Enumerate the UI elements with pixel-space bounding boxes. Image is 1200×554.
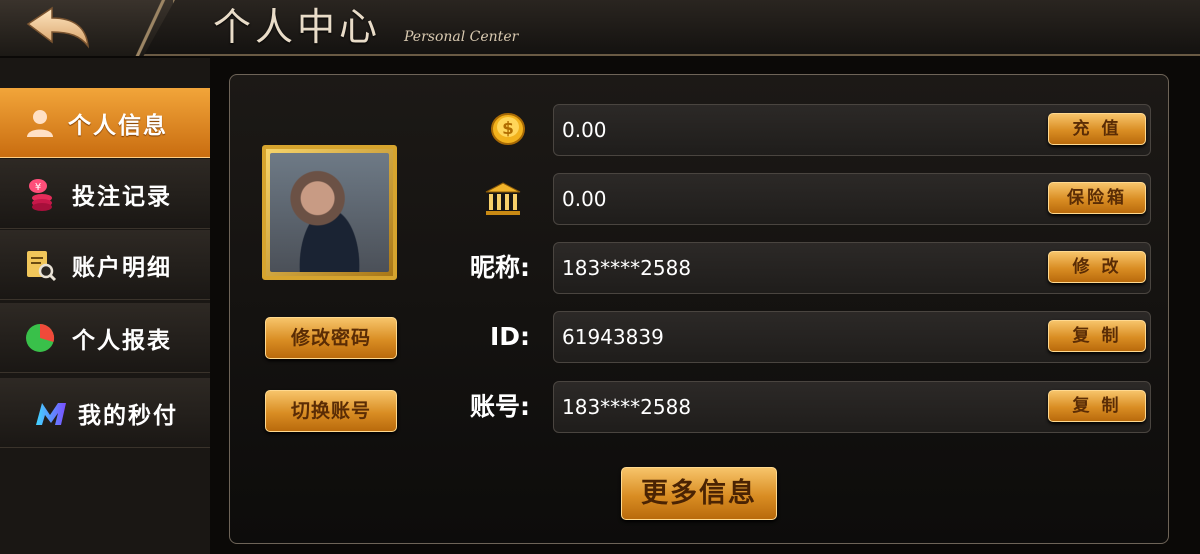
- sidebar-item-label: 投注记录: [72, 183, 172, 210]
- page-subtitle: Personal Center: [404, 29, 519, 45]
- safe-balance-field: 0.00 保险箱: [553, 173, 1151, 225]
- nickname-field: 183****2588 修 改: [553, 242, 1151, 294]
- account-field: 183****2588 复 制: [553, 381, 1151, 433]
- copy-account-button[interactable]: 复 制: [1048, 390, 1146, 422]
- sidebar-item-label: 个人报表: [72, 327, 172, 354]
- sidebar-item-bet-records[interactable]: ¥ 投注记录: [0, 159, 210, 229]
- avatar-image: [270, 153, 389, 272]
- coin-stack-icon: ¥: [29, 178, 52, 211]
- nickname-label: 昵称:: [470, 253, 530, 282]
- pie-chart-icon: [26, 323, 55, 352]
- svg-text:¥: ¥: [35, 182, 41, 193]
- balance-value: 0.00: [562, 118, 607, 142]
- switch-account-button[interactable]: 切换账号: [265, 390, 397, 432]
- sidebar: 个人信息 ¥ 投注记录 账户明细 个人报表 我的秒付: [0, 58, 210, 554]
- sidebar-item-label: 个人信息: [68, 112, 168, 139]
- safe-box-button[interactable]: 保险箱: [1048, 182, 1146, 214]
- id-field: 61943839 复 制: [553, 311, 1151, 363]
- user-icon: [27, 109, 53, 137]
- sidebar-item-account-details[interactable]: 账户明细: [0, 230, 210, 300]
- balance-field: 0.00 充 值: [553, 104, 1151, 156]
- account-value: 183****2588: [562, 395, 692, 419]
- sidebar-item-label: 账户明细: [72, 254, 172, 281]
- more-info-button[interactable]: 更多信息: [621, 467, 777, 520]
- avatar[interactable]: [262, 145, 397, 280]
- account-label: 账号:: [470, 392, 530, 421]
- sidebar-item-label: 我的秒付: [78, 402, 178, 429]
- recharge-button[interactable]: 充 值: [1048, 113, 1146, 145]
- header-bar: 个人中心 Personal Center: [0, 0, 1200, 56]
- back-arrow-icon[interactable]: [24, 6, 96, 52]
- sidebar-item-personal-info[interactable]: 个人信息: [0, 88, 210, 158]
- change-password-button[interactable]: 修改密码: [265, 317, 397, 359]
- m-logo-icon: [36, 402, 66, 425]
- gold-coin-icon: $: [490, 112, 526, 146]
- sidebar-item-my-instant-pay[interactable]: 我的秒付: [0, 378, 210, 448]
- bank-icon: [484, 181, 522, 217]
- sidebar-item-personal-report[interactable]: 个人报表: [0, 303, 210, 373]
- id-label: ID:: [489, 322, 530, 351]
- document-search-icon: [27, 250, 57, 281]
- svg-text:$: $: [502, 119, 514, 139]
- copy-id-button[interactable]: 复 制: [1048, 320, 1146, 352]
- header-divider: [120, 0, 180, 56]
- id-value: 61943839: [562, 325, 664, 349]
- safe-balance-value: 0.00: [562, 187, 607, 211]
- page-title: 个人中心: [213, 5, 382, 49]
- edit-nickname-button[interactable]: 修 改: [1048, 251, 1146, 283]
- nickname-value: 183****2588: [562, 256, 692, 280]
